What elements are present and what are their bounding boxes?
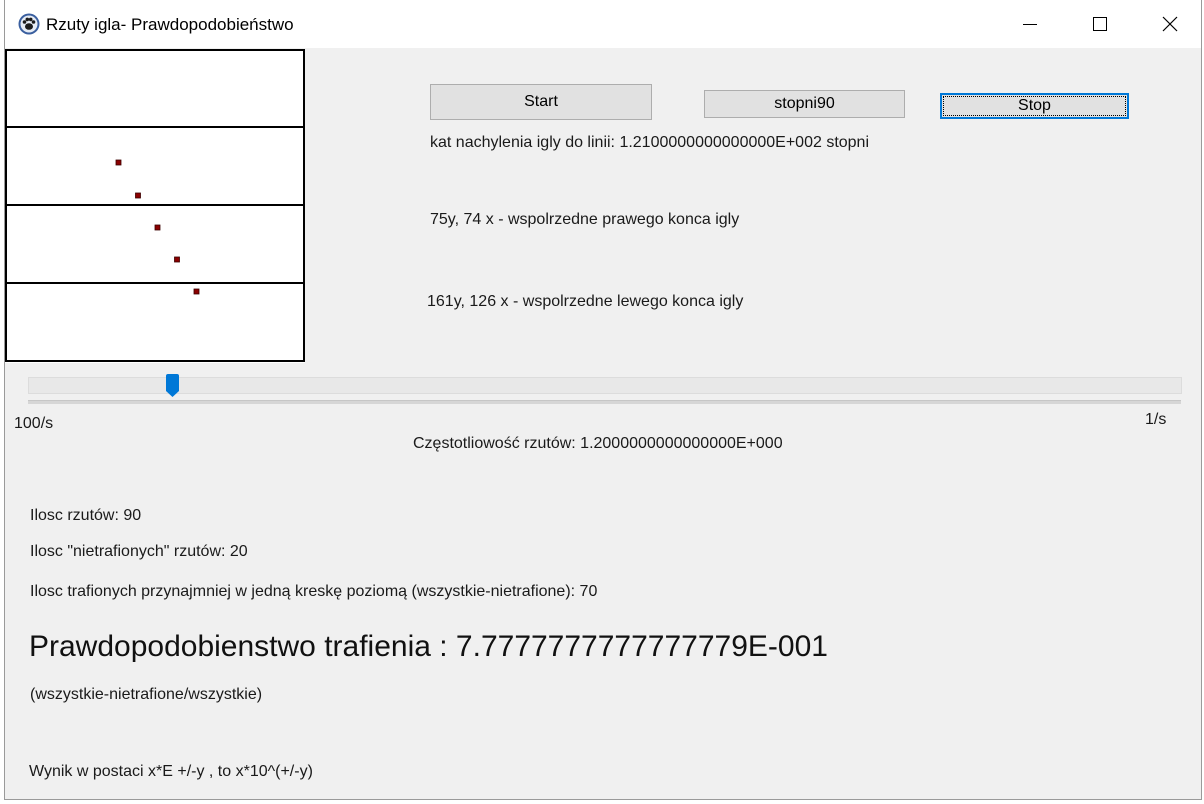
needle-point [115,159,122,166]
slider-max-label: 1/s [1145,411,1167,428]
throw-count-label: Ilosc rzutów: 90 [30,507,142,524]
frequency-slider[interactable] [28,377,1182,394]
notation-note-label: Wynik w postaci x*E +/-y , to x*10^(+/-y… [29,763,313,780]
minimize-icon [1023,24,1037,25]
needle-point [193,288,200,295]
start-button[interactable]: Start [430,84,652,120]
title-bar[interactable]: Rzuty igla- Prawdopodobieństwo [5,0,1201,48]
miss-count-label: Ilosc "nietrafionych" rzutów: 20 [30,543,248,560]
paw-icon [18,13,40,35]
angle-label: kat nachylenia igly do linii: 1.21000000… [430,134,870,151]
needle-point [174,256,180,263]
frequency-label: Częstotliowość rzutów: 1.200000000000000… [413,435,783,452]
formula-label: (wszystkie-nietrafione/wszystkie) [30,686,263,703]
left-end-coordinates-label: 161y, 126 x - wspolrzedne lewego konca i… [427,293,744,310]
close-icon [1162,16,1178,32]
close-button[interactable] [1135,0,1204,48]
degrees-90-button[interactable]: stopni90 [704,90,905,118]
main-window: Rzuty igla- Prawdopodobieństwo Start sto… [4,0,1202,800]
slider-min-label: 100/s [14,415,54,432]
slider-thumb-shape [165,374,179,397]
window-title: Rzuty igla- Prawdopodobieństwo [46,15,294,34]
right-end-coordinates-label: 75y, 74 x - wspolrzedne prawego konca ig… [430,211,740,228]
needle-board-canvas [5,49,305,362]
maximize-button[interactable] [1065,0,1135,48]
slider-track[interactable] [28,400,1181,404]
minimize-button[interactable] [995,0,1065,48]
hit-count-label: Ilosc trafionych przynajmniej w jedną kr… [30,583,598,600]
slider-thumb[interactable] [165,374,180,398]
probability-label: Prawdopodobienstwo trafienia : 7.7777777… [29,630,828,663]
stop-button-label: Stop [1018,97,1051,114]
needle-point [135,192,141,199]
stop-button[interactable]: Stop [940,93,1129,119]
needle-point [154,224,161,231]
needle-board [5,49,305,363]
maximize-icon [1093,17,1107,31]
